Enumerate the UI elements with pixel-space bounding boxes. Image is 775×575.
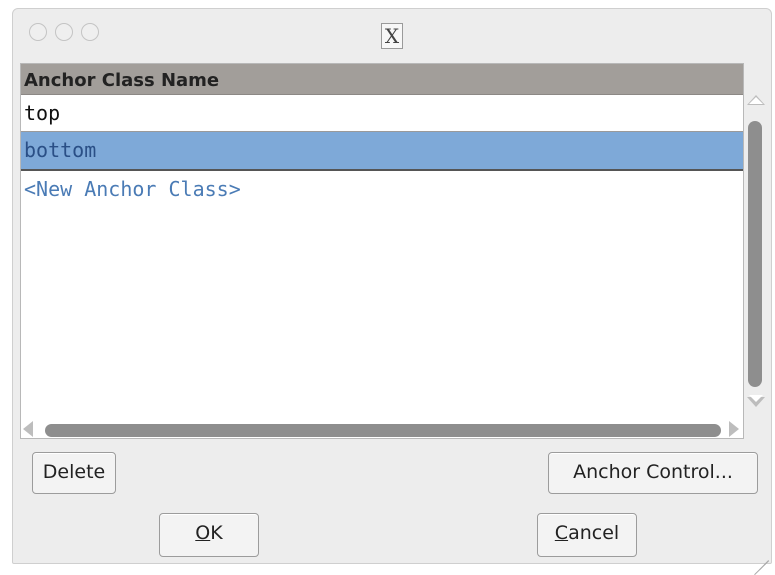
anchor-class-dialog: X Anchor Class Name top bottom <New Anch… xyxy=(12,8,772,575)
ok-button[interactable]: OK xyxy=(159,513,259,557)
ok-mnemonic: O xyxy=(195,522,211,544)
vertical-scroll-thumb[interactable] xyxy=(748,121,762,387)
column-header-anchor-class-name[interactable]: Anchor Class Name xyxy=(21,64,743,95)
scroll-up-arrow-icon[interactable] xyxy=(747,95,765,105)
cancel-mnemonic: C xyxy=(554,522,569,544)
anchor-class-list[interactable]: Anchor Class Name top bottom <New Anchor… xyxy=(20,63,744,439)
list-item[interactable]: top xyxy=(21,95,743,132)
app-icon: X xyxy=(381,23,403,49)
anchor-control-button[interactable]: Anchor Control... xyxy=(548,452,758,494)
vertical-scrollbar[interactable] xyxy=(745,95,769,411)
maximize-window-button[interactable] xyxy=(81,23,99,41)
list-item-new-anchor-class[interactable]: <New Anchor Class> xyxy=(21,171,743,208)
ok-label-rest: K xyxy=(210,522,223,544)
horizontal-scroll-thumb[interactable] xyxy=(45,424,721,437)
scroll-left-arrow-icon[interactable] xyxy=(23,421,33,437)
list-item-selected[interactable]: bottom xyxy=(21,132,743,171)
scroll-right-arrow-icon[interactable] xyxy=(729,421,739,437)
delete-button[interactable]: Delete xyxy=(32,452,116,494)
minimize-window-button[interactable] xyxy=(55,23,73,41)
scroll-down-arrow-icon[interactable] xyxy=(747,395,765,407)
cancel-button[interactable]: Cancel xyxy=(537,513,637,557)
title-bar[interactable]: X xyxy=(13,9,771,63)
cancel-label-rest: ancel xyxy=(568,522,620,544)
horizontal-scrollbar[interactable] xyxy=(21,419,745,439)
close-window-button[interactable] xyxy=(29,23,47,41)
resize-grip-icon[interactable] xyxy=(753,545,769,575)
